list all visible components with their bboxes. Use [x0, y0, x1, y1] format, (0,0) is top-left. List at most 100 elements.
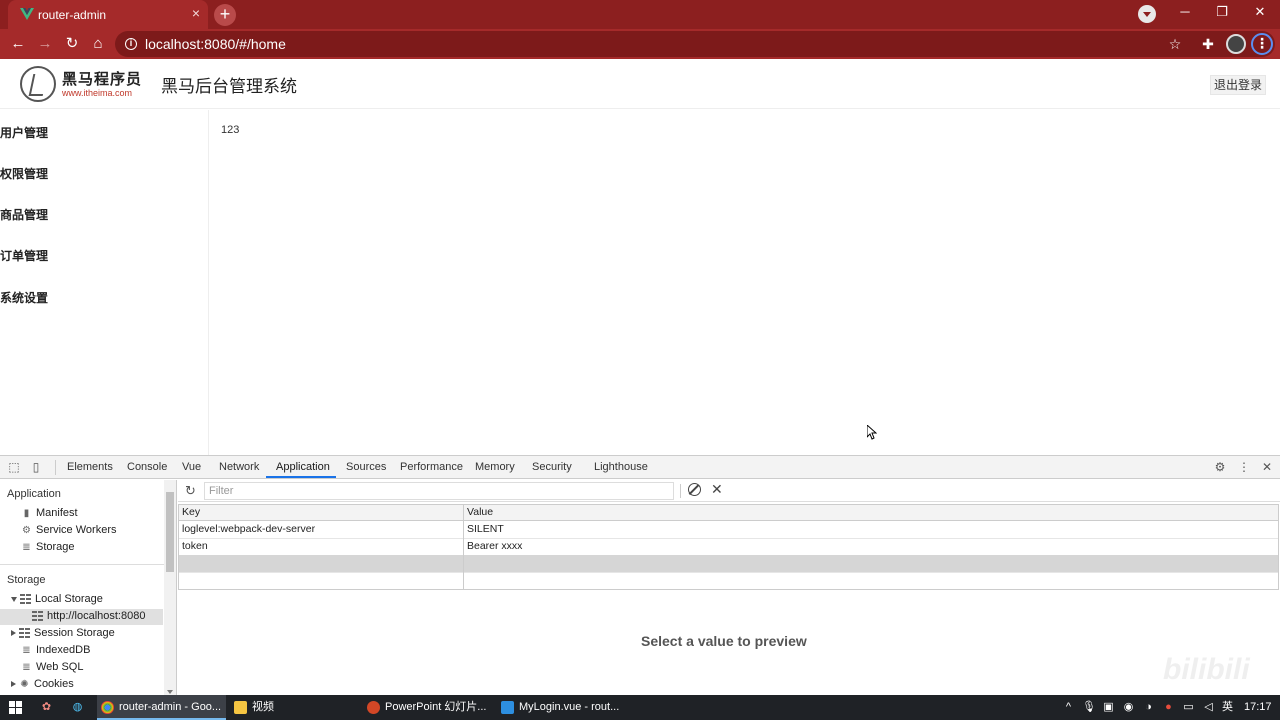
tree-item-label: Manifest	[36, 507, 78, 519]
media-control-icon[interactable]	[1138, 5, 1156, 23]
logout-button[interactable]: 退出登录	[1210, 75, 1266, 95]
tray-chrome-icon[interactable]: ◉	[1122, 701, 1135, 714]
selected-empty-row[interactable]	[179, 555, 1278, 572]
vue-logo-icon	[20, 8, 34, 20]
screen: router-admin × + ─ ❐ ✕ ← → ↻ ⌂ i localho…	[0, 0, 1280, 720]
sidebar-item-products[interactable]: 商品管理	[0, 206, 48, 223]
tree-item-indexeddb[interactable]: ≣ IndexedDB	[21, 644, 90, 656]
sidebar-item-permissions[interactable]: 权限管理	[0, 165, 48, 182]
more-options-icon[interactable]: ⋮	[1237, 460, 1251, 474]
site-info-icon[interactable]: i	[125, 38, 137, 50]
window-close-icon[interactable]: ✕	[1245, 4, 1275, 20]
database-icon: ≣	[22, 644, 31, 656]
tree-item-manifest[interactable]: ▮ Manifest	[21, 507, 78, 519]
edge-browser-icon[interactable]: ◍	[71, 701, 84, 714]
tab-application[interactable]: Application	[276, 461, 330, 473]
expanded-chevron-icon[interactable]	[11, 596, 17, 602]
taskbar-app-folder[interactable]: 视频	[230, 695, 360, 720]
tray-sync-icon[interactable]: ◑	[1142, 701, 1155, 714]
tree-item-storage[interactable]: ≣ Storage	[21, 541, 74, 553]
record-icon[interactable]: ●	[1162, 701, 1175, 714]
tab-vue[interactable]: Vue	[182, 461, 201, 473]
address-bar[interactable]: i localhost:8080/#/home	[115, 31, 1275, 57]
volume-icon[interactable]: ◁	[1202, 701, 1215, 714]
restore-icon[interactable]: ❐	[1207, 4, 1237, 20]
manifest-file-icon: ▮	[23, 507, 30, 519]
brand-url: www.itheima.com	[62, 88, 133, 98]
chrome-icon	[101, 701, 114, 714]
column-header-value[interactable]: Value	[467, 506, 493, 518]
column-divider[interactable]	[463, 505, 464, 589]
refresh-icon[interactable]: ↻	[185, 483, 196, 499]
folder-icon	[234, 701, 247, 714]
filter-input[interactable]	[204, 482, 674, 500]
app-pinned-icon[interactable]: ✿	[40, 701, 53, 714]
tab-network[interactable]: Network	[219, 461, 259, 473]
input-method-indicator[interactable]: 英	[1222, 695, 1233, 720]
home-icon[interactable]: ⌂	[88, 34, 108, 54]
taskbar-app-chrome[interactable]: router-admin - Goo...	[97, 695, 226, 720]
sidebar-item-orders[interactable]: 订单管理	[0, 247, 48, 264]
microphone-icon[interactable]: 🎙	[1082, 701, 1096, 714]
tree-item-cookies[interactable]: ✺ Cookies	[11, 678, 74, 690]
tree-item-service-workers[interactable]: ⚙ Service Workers	[21, 524, 116, 536]
tab-elements[interactable]: Elements	[67, 461, 113, 473]
inspect-element-icon[interactable]: ⬚	[7, 460, 21, 474]
collapsed-chevron-icon[interactable]	[11, 681, 16, 687]
scroll-down-arrow-icon[interactable]	[167, 690, 173, 694]
tree-item-local-storage[interactable]: Local Storage	[11, 593, 103, 605]
bilibili-watermark: bilibili	[1163, 653, 1250, 686]
profile-avatar-icon[interactable]	[1226, 34, 1246, 54]
tree-item-localhost-origin[interactable]: http://localhost:8080	[32, 610, 145, 622]
column-header-key[interactable]: Key	[182, 506, 200, 518]
application-sidebar: Application ▮ Manifest ⚙ Service Workers…	[0, 480, 177, 696]
windows-start-icon[interactable]	[9, 701, 22, 714]
tab-title: router-admin	[38, 7, 107, 22]
taskbar-app-powerpoint[interactable]: PowerPoint 幻灯片...	[363, 695, 493, 720]
sidebar-item-settings[interactable]: 系统设置	[0, 289, 48, 306]
settings-gear-icon[interactable]: ⚙	[1213, 460, 1227, 474]
tab-close-icon[interactable]: ×	[192, 5, 200, 21]
taskbar-clock[interactable]: 17:17	[1244, 695, 1272, 720]
table-grid-icon	[19, 628, 30, 638]
row-0-key[interactable]: loglevel:webpack-dev-server	[182, 523, 315, 535]
back-icon[interactable]: ←	[8, 34, 28, 54]
row-1-value[interactable]: Bearer xxxx	[467, 540, 522, 552]
reload-icon[interactable]: ↻	[62, 34, 82, 54]
forward-icon[interactable]: →	[35, 34, 55, 54]
horse-logo-icon	[20, 66, 56, 102]
tree-item-session-storage[interactable]: Session Storage	[11, 627, 115, 639]
close-devtools-icon[interactable]: ✕	[1260, 460, 1274, 474]
tab-performance[interactable]: Performance	[400, 461, 463, 473]
extensions-icon[interactable]: ✚	[1199, 35, 1217, 53]
taskbar-app-vscode[interactable]: MyLogin.vue - rout...	[497, 695, 627, 720]
clear-all-icon[interactable]	[688, 483, 701, 496]
device-toolbar-icon[interactable]: ▯	[29, 460, 43, 474]
row-0-value[interactable]: SILENT	[467, 523, 504, 535]
tab-lighthouse[interactable]: Lighthouse	[594, 461, 648, 473]
sidebar-item-users[interactable]: 用户管理	[0, 124, 48, 141]
database-icon: ≣	[22, 661, 31, 673]
table-grid-icon	[32, 611, 43, 621]
browser-menu-icon[interactable]: ⋮	[1251, 33, 1273, 55]
network-icon[interactable]: ▭	[1182, 701, 1195, 714]
tab-sources[interactable]: Sources	[346, 461, 386, 473]
collapsed-chevron-icon[interactable]	[11, 630, 16, 636]
tray-chevron-up-icon[interactable]: ^	[1062, 701, 1075, 714]
new-tab-button[interactable]: +	[214, 4, 236, 26]
powerpoint-icon	[367, 701, 380, 714]
taskbar-app-label: MyLogin.vue - rout...	[519, 701, 620, 713]
tray-app-icon[interactable]: ▣	[1102, 701, 1115, 714]
row-1-key[interactable]: token	[182, 540, 208, 552]
browser-tab[interactable]: router-admin ×	[8, 0, 208, 29]
bookmark-star-icon[interactable]: ☆	[1166, 35, 1184, 53]
taskbar-app-label: 视频	[252, 701, 274, 713]
tab-memory[interactable]: Memory	[475, 461, 515, 473]
tab-security[interactable]: Security	[532, 461, 572, 473]
tree-item-web-sql[interactable]: ≣ Web SQL	[21, 661, 83, 673]
minimize-icon[interactable]: ─	[1170, 4, 1200, 19]
delete-selected-icon[interactable]: ✕	[711, 481, 723, 498]
tab-console[interactable]: Console	[127, 461, 167, 473]
sidebar-scrollbar[interactable]	[164, 480, 176, 696]
scrollbar-thumb[interactable]	[166, 492, 174, 572]
